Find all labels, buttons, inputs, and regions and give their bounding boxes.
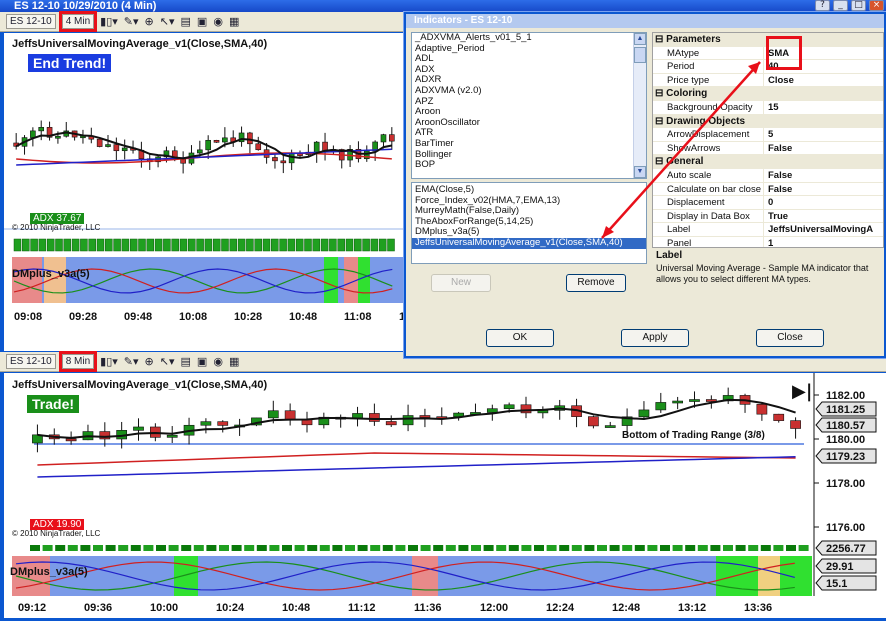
annotation-arrows <box>601 61 761 239</box>
